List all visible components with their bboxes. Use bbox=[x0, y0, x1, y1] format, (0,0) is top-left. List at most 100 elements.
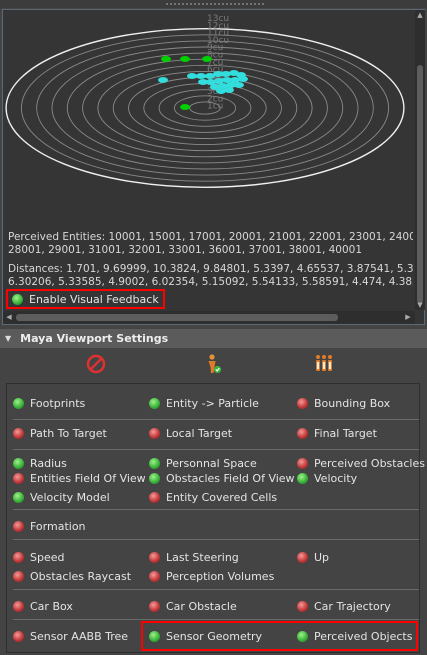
toggle-label: Speed bbox=[30, 551, 65, 564]
status-dot-icon bbox=[13, 601, 24, 612]
toggle-car-obstacle[interactable]: Car Obstacle bbox=[149, 599, 237, 614]
no-entry-icon[interactable] bbox=[84, 352, 108, 376]
status-dot-icon bbox=[13, 492, 24, 503]
toggle-path-to-target[interactable]: Path To Target bbox=[13, 426, 107, 441]
toggle-velocity[interactable]: Velocity bbox=[297, 471, 357, 486]
divider bbox=[13, 539, 419, 540]
toggle-label: Footprints bbox=[30, 397, 86, 410]
distances-line2: 6.30206, 5.33585, 4.9002, 6.02354, 5.150… bbox=[8, 276, 413, 288]
scroll-up-icon[interactable]: ▲ bbox=[416, 11, 424, 19]
obstacle-marker bbox=[234, 82, 244, 88]
toggle-label: Entities Field Of View bbox=[30, 472, 146, 485]
toggle-entity-covered-cells[interactable]: Entity Covered Cells bbox=[149, 490, 277, 505]
toggle-sensor-aabb-tree[interactable]: Sensor AABB Tree bbox=[13, 629, 128, 644]
toggle-obstacles-raycast[interactable]: Obstacles Raycast bbox=[13, 569, 131, 584]
toggle-label: Formation bbox=[30, 520, 86, 533]
toggle-last-steering[interactable]: Last Steering bbox=[149, 550, 239, 565]
toggle-label: Velocity Model bbox=[30, 491, 110, 504]
panel-grip[interactable] bbox=[0, 0, 427, 8]
status-dot-icon bbox=[13, 458, 24, 469]
divider bbox=[13, 619, 419, 620]
status-dot-icon bbox=[149, 428, 160, 439]
toggle-perceived-obstacles[interactable]: Perceived Obstacles bbox=[297, 456, 425, 471]
status-dot-icon bbox=[297, 458, 308, 469]
toggle-formation[interactable]: Formation bbox=[13, 519, 86, 534]
status-dot-icon bbox=[297, 428, 308, 439]
toggle-label: Car Trajectory bbox=[314, 600, 391, 613]
divider bbox=[13, 589, 419, 590]
toggle-label: Sensor AABB Tree bbox=[30, 630, 129, 643]
toggle-footprints[interactable]: Footprints bbox=[13, 396, 85, 411]
perceived-entity-marker bbox=[180, 56, 190, 62]
toggle-local-target[interactable]: Local Target bbox=[149, 426, 232, 441]
toggle-up[interactable]: Up bbox=[297, 550, 329, 565]
scroll-right-icon[interactable]: ▶ bbox=[403, 313, 413, 322]
toggle-label: Final Target bbox=[314, 427, 377, 440]
perceived-entities-line1: Perceived Entities: 10001, 15001, 17001,… bbox=[8, 231, 413, 243]
toggle-label: Obstacles Raycast bbox=[30, 570, 132, 583]
status-dot-icon bbox=[149, 571, 160, 582]
obstacle-marker bbox=[187, 73, 197, 79]
radar-ring bbox=[66, 52, 344, 164]
toggle-radius[interactable]: Radius bbox=[13, 456, 67, 471]
radar-ring bbox=[5, 27, 405, 189]
vertical-scrollbar[interactable]: ▲ ▼ bbox=[415, 10, 425, 310]
status-dot-icon bbox=[13, 521, 24, 532]
toggle-obstacles-field-of-view[interactable]: Obstacles Field Of View bbox=[149, 471, 295, 486]
radar-ring bbox=[158, 89, 252, 127]
scroll-left-icon[interactable]: ◀ bbox=[4, 313, 14, 322]
status-dot-icon bbox=[13, 552, 24, 563]
status-dot-icon bbox=[149, 473, 160, 484]
toggle-label: Entity -> Particle bbox=[166, 397, 259, 410]
status-dot-icon bbox=[13, 571, 24, 582]
toggle-entity-particle[interactable]: Entity -> Particle bbox=[149, 396, 259, 411]
perceived-entity-marker bbox=[161, 56, 171, 62]
status-dot-icon bbox=[297, 398, 308, 409]
maya-viewport-settings-header[interactable]: ▼ Maya Viewport Settings bbox=[0, 329, 427, 348]
toggle-label: Local Target bbox=[166, 427, 233, 440]
obstacle-marker bbox=[196, 73, 206, 79]
toggle-label: Radius bbox=[30, 457, 67, 470]
perception-viewer: 13cu12cu11cu10cu9cu8cu7cu6cu5cu4cu3cu2cu… bbox=[2, 9, 425, 325]
toggle-perception-volumes[interactable]: Perception Volumes bbox=[149, 569, 274, 584]
status-dot-icon bbox=[13, 398, 24, 409]
status-dot-icon bbox=[297, 601, 308, 612]
toggle-entities-field-of-view[interactable]: Entities Field Of View bbox=[13, 471, 146, 486]
toggle-label: Up bbox=[314, 551, 330, 564]
crowd-icon[interactable] bbox=[312, 352, 336, 376]
toggle-personnal-space[interactable]: Personnal Space bbox=[149, 456, 257, 471]
radar-ring-label: 1cu bbox=[207, 102, 223, 112]
toggle-car-trajectory[interactable]: Car Trajectory bbox=[297, 599, 391, 614]
status-dot-icon bbox=[13, 428, 24, 439]
toggle-label: Path To Target bbox=[30, 427, 107, 440]
person-check-icon[interactable] bbox=[201, 352, 225, 376]
perceived-entity-marker bbox=[180, 104, 190, 110]
status-dot-icon bbox=[297, 473, 308, 484]
toggle-label: Last Steering bbox=[166, 551, 239, 564]
toggle-final-target[interactable]: Final Target bbox=[297, 426, 377, 441]
toggle-label: Car Box bbox=[30, 600, 73, 613]
horizontal-scroll-thumb[interactable] bbox=[16, 314, 338, 321]
horizontal-scrollbar[interactable]: ◀ ▶ bbox=[3, 311, 415, 324]
toggle-velocity-model[interactable]: Velocity Model bbox=[13, 490, 110, 505]
status-dot-icon bbox=[13, 631, 24, 642]
collapse-caret-icon[interactable]: ▼ bbox=[5, 334, 11, 343]
scroll-down-icon[interactable]: ▼ bbox=[416, 301, 424, 309]
divider bbox=[13, 509, 419, 510]
status-dot-icon bbox=[297, 552, 308, 563]
divider bbox=[13, 449, 419, 450]
obstacle-marker bbox=[238, 76, 248, 82]
radar-ring bbox=[82, 58, 328, 158]
toggle-speed[interactable]: Speed bbox=[13, 550, 64, 565]
enable-visual-feedback-toggle[interactable]: Enable Visual Feedback bbox=[6, 289, 165, 309]
radar-view: 13cu12cu11cu10cu9cu8cu7cu6cu5cu4cu3cu2cu… bbox=[5, 14, 405, 189]
distances-line1: Distances: 1.701, 9.69999, 10.3824, 9.84… bbox=[8, 263, 413, 275]
enable-visual-feedback-label: Enable Visual Feedback bbox=[29, 292, 159, 306]
toggle-label: Obstacles Field Of View bbox=[166, 472, 295, 485]
status-dot-on-icon bbox=[12, 293, 23, 305]
toggle-car-box[interactable]: Car Box bbox=[13, 599, 73, 614]
toggle-label: Bounding Box bbox=[314, 397, 391, 410]
section-title: Maya Viewport Settings bbox=[20, 332, 169, 345]
toggle-bounding-box[interactable]: Bounding Box bbox=[297, 396, 390, 411]
vertical-scroll-thumb[interactable] bbox=[417, 65, 423, 303]
